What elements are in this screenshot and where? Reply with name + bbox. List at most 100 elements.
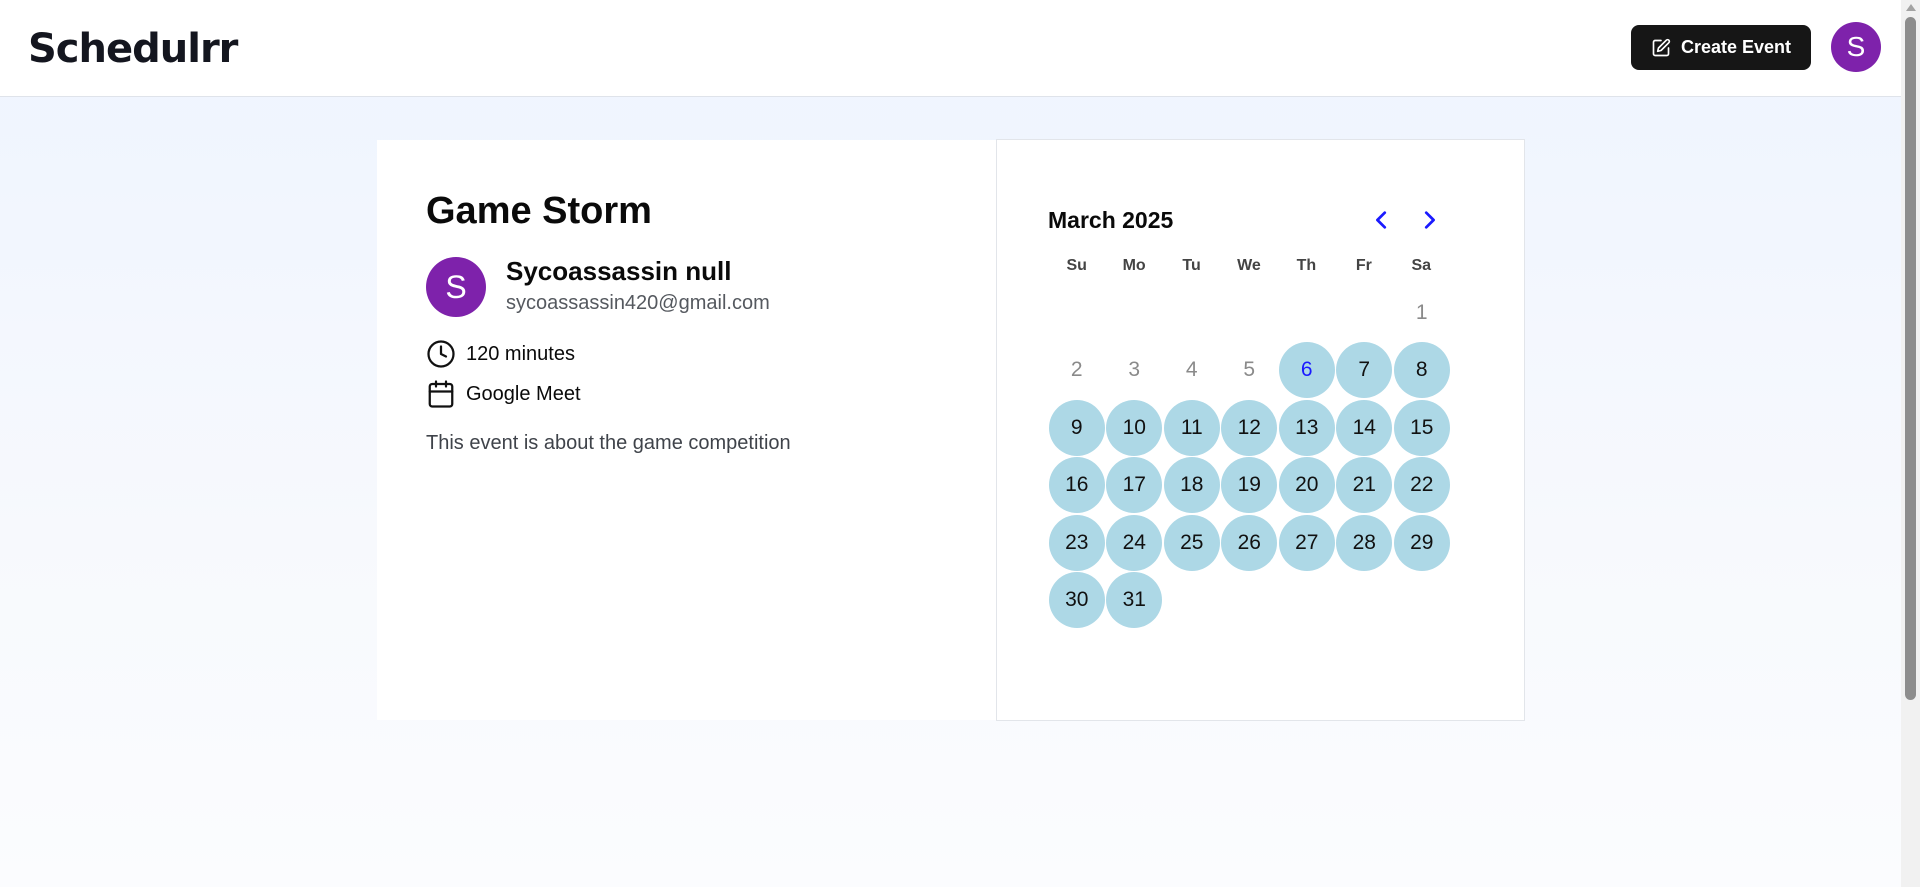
calendar-day-label[interactable]: 16 <box>1048 457 1105 514</box>
calendar-day: 1 <box>1393 284 1451 342</box>
calendar-days-grid: 1 2 3 4 5 6 7 8 9 10 11 12 13 14 15 16 17 18 19 20 21 22 23 24 2… <box>1048 284 1451 629</box>
calendar-day[interactable]: 24 <box>1106 514 1164 572</box>
scroll-thumb[interactable] <box>1905 17 1916 700</box>
page-scrollbar[interactable] <box>1901 0 1920 887</box>
calendar-day-label[interactable]: 6 <box>1278 342 1335 399</box>
calendar-day-label[interactable]: 26 <box>1221 514 1278 571</box>
calendar-icon <box>428 380 454 408</box>
weekday-label: Sa <box>1411 257 1432 274</box>
user-avatar[interactable]: S <box>1831 22 1881 72</box>
calendar-day-label[interactable]: 8 <box>1393 342 1450 399</box>
weekday-header: Su Mo Tu We Th Fr Sa <box>1048 257 1450 275</box>
calendar-day[interactable]: 14 <box>1336 399 1394 457</box>
calendar-day-label: 1 <box>1415 300 1428 324</box>
calendar-day[interactable]: 12 <box>1221 399 1279 457</box>
calendar-day-label[interactable]: 11 <box>1163 399 1220 456</box>
calendar-day[interactable]: 6 <box>1278 342 1336 400</box>
calendar-blank-cell <box>1221 284 1279 342</box>
calendar-day[interactable]: 20 <box>1278 457 1336 515</box>
create-event-label: Create Event <box>1680 37 1792 57</box>
calendar-day[interactable]: 9 <box>1048 399 1106 457</box>
calendar-day[interactable]: 19 <box>1221 457 1279 515</box>
calendar-day[interactable]: 28 <box>1336 514 1394 572</box>
calendar-day-label[interactable]: 25 <box>1163 514 1220 571</box>
calendar-day-label[interactable]: 29 <box>1393 514 1450 571</box>
calendar-day-label[interactable]: 30 <box>1048 572 1105 629</box>
calendar-day-label[interactable]: 13 <box>1278 399 1335 456</box>
calendar-day-label[interactable]: 31 <box>1106 572 1163 629</box>
calendar-day[interactable]: 27 <box>1278 514 1336 572</box>
calendar-day-label[interactable]: 15 <box>1393 399 1450 456</box>
calendar-day[interactable]: 31 <box>1106 572 1164 630</box>
calendar-day-label: 3 <box>1128 358 1141 382</box>
weekday-label: Su <box>1066 257 1087 274</box>
previous-month-button[interactable] <box>1368 206 1396 234</box>
calendar-day-label[interactable]: 12 <box>1221 399 1278 456</box>
event-description: This event is about the game competition <box>426 432 791 454</box>
event-details-card: Game Storm S Sycoassassin null sycoassas… <box>377 140 997 720</box>
event-duration: 120 minutes <box>466 343 575 365</box>
calendar-day[interactable]: 21 <box>1336 457 1394 515</box>
calendar-day-label[interactable]: 22 <box>1393 457 1450 514</box>
calendar-day-label: 4 <box>1185 358 1198 382</box>
calendar-day-label[interactable]: 10 <box>1106 399 1163 456</box>
calendar-day-label[interactable]: 24 <box>1106 514 1163 571</box>
weekday-label: Tu <box>1182 257 1201 274</box>
host-name: Sycoassassin null <box>506 256 732 286</box>
calendar-day-label[interactable]: 27 <box>1278 514 1335 571</box>
calendar-day-label[interactable]: 28 <box>1336 514 1393 571</box>
calendar-blank-cell <box>1048 284 1106 342</box>
calendar-day[interactable]: 30 <box>1048 572 1106 630</box>
calendar-day[interactable]: 17 <box>1106 457 1164 515</box>
calendar-day: 2 <box>1048 342 1106 400</box>
calendar-day-label[interactable]: 23 <box>1048 514 1105 571</box>
calendar-day-label[interactable]: 17 <box>1106 457 1163 514</box>
calendar-day-label[interactable]: 18 <box>1163 457 1220 514</box>
calendar-day[interactable]: 23 <box>1048 514 1106 572</box>
calendar-blank-cell <box>1278 284 1336 342</box>
calendar-day[interactable]: 29 <box>1393 514 1451 572</box>
create-event-button[interactable]: Create Event <box>1631 25 1811 70</box>
weekday-label: Fr <box>1355 257 1372 274</box>
calendar-day[interactable]: 15 <box>1393 399 1451 457</box>
chevron-right-icon <box>1424 211 1435 229</box>
event-title: Game Storm <box>426 190 652 232</box>
app-logo[interactable]: Schedulrr <box>28 14 238 86</box>
host-avatar: S <box>426 257 486 317</box>
calendar-day-label[interactable]: 21 <box>1336 457 1393 514</box>
calendar-day-label[interactable]: 9 <box>1048 399 1105 456</box>
calendar-day: 5 <box>1221 342 1279 400</box>
calendar-day[interactable]: 18 <box>1163 457 1221 515</box>
event-location-row: Google Meet <box>426 379 581 409</box>
event-location: Google Meet <box>466 383 581 405</box>
calendar-blank-cell <box>1163 284 1221 342</box>
weekday-label: We <box>1237 257 1261 274</box>
calendar-day-label[interactable]: 14 <box>1336 399 1393 456</box>
calendar-day-label: 2 <box>1070 358 1083 382</box>
calendar-day[interactable]: 7 <box>1336 342 1394 400</box>
calendar-day[interactable]: 26 <box>1221 514 1279 572</box>
calendar-day[interactable]: 16 <box>1048 457 1106 515</box>
edit-square-icon <box>1652 38 1671 56</box>
calendar-blank-cell <box>1106 284 1164 342</box>
calendar-day: 4 <box>1163 342 1221 400</box>
calendar-day[interactable]: 8 <box>1393 342 1451 400</box>
calendar-day-label[interactable]: 7 <box>1336 342 1393 399</box>
clock-icon <box>427 340 455 368</box>
logo-text: Schedulrr <box>28 26 238 72</box>
calendar-day[interactable]: 11 <box>1163 399 1221 457</box>
calendar-day[interactable]: 13 <box>1278 399 1336 457</box>
calendar-card: March 2025 Su Mo Tu We Th Fr Sa 12345678… <box>996 139 1525 721</box>
weekday-label: Mo <box>1122 257 1146 274</box>
next-month-button[interactable] <box>1415 206 1443 234</box>
scroll-up-arrow-icon[interactable] <box>1906 4 1916 11</box>
host-email: sycoassassin420@gmail.com <box>506 292 770 314</box>
calendar-day-label[interactable]: 19 <box>1221 457 1278 514</box>
weekday-label: Th <box>1296 257 1317 274</box>
calendar-day[interactable]: 25 <box>1163 514 1221 572</box>
calendar-day[interactable]: 22 <box>1393 457 1451 515</box>
calendar-day[interactable]: 10 <box>1106 399 1164 457</box>
calendar-month-label: March 2025 <box>1048 207 1174 233</box>
calendar-day-label[interactable]: 20 <box>1278 457 1335 514</box>
calendar-day: 3 <box>1106 342 1164 400</box>
